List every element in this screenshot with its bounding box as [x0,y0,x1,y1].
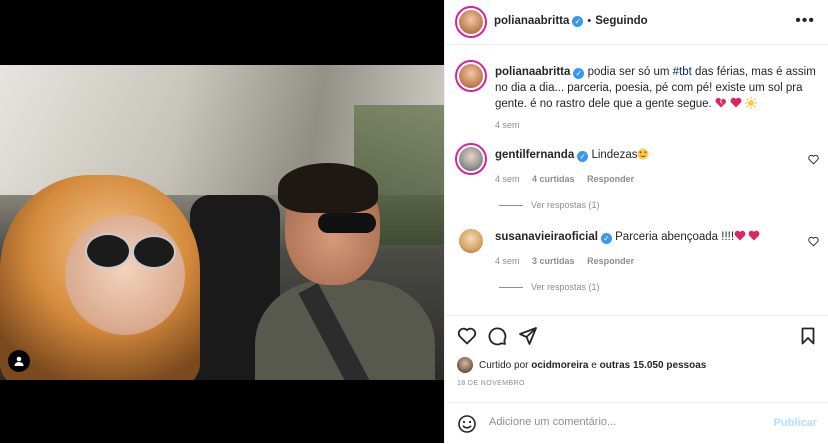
comment-body: Lindezas [591,149,638,161]
man-hair [278,163,378,213]
view-replies-label: Ver respostas (1) [531,282,600,292]
comment-meta: 4 sem 3 curtidas Responder [495,256,644,266]
author-username[interactable]: polianaabritta [494,15,569,27]
man-sunglasses [318,213,376,233]
likes-prefix: Curtido por [479,359,529,371]
comment-meta: 4 sem 4 curtidas Responder [495,174,644,184]
post-side-panel: polianaabritta ✓ • Seguindo ••• polianaa… [444,0,828,443]
like-comment-heart-icon[interactable] [808,154,819,165]
share-paper-plane-icon[interactable] [518,326,538,346]
publish-button[interactable]: Publicar [774,417,817,429]
likes-others-count[interactable]: outras 15.050 pessoas [600,360,707,371]
sun-emoji-icon [745,97,758,110]
woman-sunglasses-left [85,233,131,269]
caption-text-before: podia ser só um [587,66,673,78]
tagged-user-icon[interactable] [8,350,30,372]
likes-summary: Curtido por ocidmoreira e outras 15.050 … [457,357,706,373]
caption-time[interactable]: 4 sem [495,120,520,130]
view-replies-button[interactable]: Ver respostas (1) [499,282,600,292]
comment-likes[interactable]: 4 curtidas [532,174,575,184]
add-comment-input[interactable] [487,415,771,429]
heart-broken-emoji-icon [715,97,730,110]
verified-badge-icon: ✓ [572,15,584,27]
following-button[interactable]: Seguindo [595,15,647,27]
caption-avatar[interactable] [455,60,487,92]
comment-time[interactable]: 4 sem [495,256,520,266]
comment-text: susanavieiraoficial ✓ Parceria abençoada … [495,229,760,245]
post-photo[interactable] [0,65,444,380]
verified-badge-icon: ✓ [573,68,585,79]
likes-middle: e [591,359,597,371]
comment-username[interactable]: susanavieiraoficial [495,231,598,243]
liker-avatar[interactable] [457,357,473,373]
two-red-hearts-emoji-icon [734,230,760,243]
comment-time[interactable]: 4 sem [495,174,520,184]
divider-line [499,204,523,206]
comment-bubble-icon[interactable] [487,326,507,346]
more-options-icon[interactable]: ••• [795,12,815,30]
instagram-post: polianaabritta ✓ • Seguindo ••• polianaa… [0,0,828,443]
like-comment-heart-icon[interactable] [808,236,819,247]
save-bookmark-icon[interactable] [798,326,818,346]
verified-badge-icon: ✓ [577,151,589,162]
view-replies-button[interactable]: Ver respostas (1) [499,200,600,210]
comment-avatar[interactable] [455,143,487,175]
view-replies-label: Ver respostas (1) [531,200,600,210]
like-heart-icon[interactable] [457,326,477,346]
caption-username[interactable]: polianaabritta [495,66,570,78]
emoji-smiley-icon[interactable] [457,414,477,434]
post-actions-bar [445,315,828,356]
post-header: polianaabritta ✓ • Seguindo ••• [445,0,828,45]
post-date[interactable]: 18 DE NOVEMBRO [457,380,525,387]
red-heart-emoji-icon [730,97,745,110]
caption-hashtag[interactable]: #tbt [673,66,692,78]
woman-sunglasses-right [132,235,176,269]
comment-reply-button[interactable]: Responder [587,256,634,266]
comment-avatar[interactable] [459,229,483,253]
comment-text: gentilfernanda ✓ Lindezas [495,147,649,163]
post-media-area [0,0,444,443]
divider-line [499,286,523,288]
comment-likes[interactable]: 3 curtidas [532,256,575,266]
liker-username[interactable]: ocidmoreira [531,360,588,371]
separator-dot: • [587,15,592,27]
comment-username[interactable]: gentilfernanda [495,149,574,161]
caption: polianaabritta ✓ podia ser só um #tbt das… [495,64,817,112]
add-comment-bar: Publicar [445,402,828,444]
comment-reply-button[interactable]: Responder [587,174,634,184]
comment-body: Parceria abençoada !!!! [615,231,735,243]
woman-face [65,215,185,335]
heart-eyes-emoji-icon [637,148,649,161]
author-avatar[interactable] [455,6,487,38]
verified-badge-icon: ✓ [600,233,612,244]
